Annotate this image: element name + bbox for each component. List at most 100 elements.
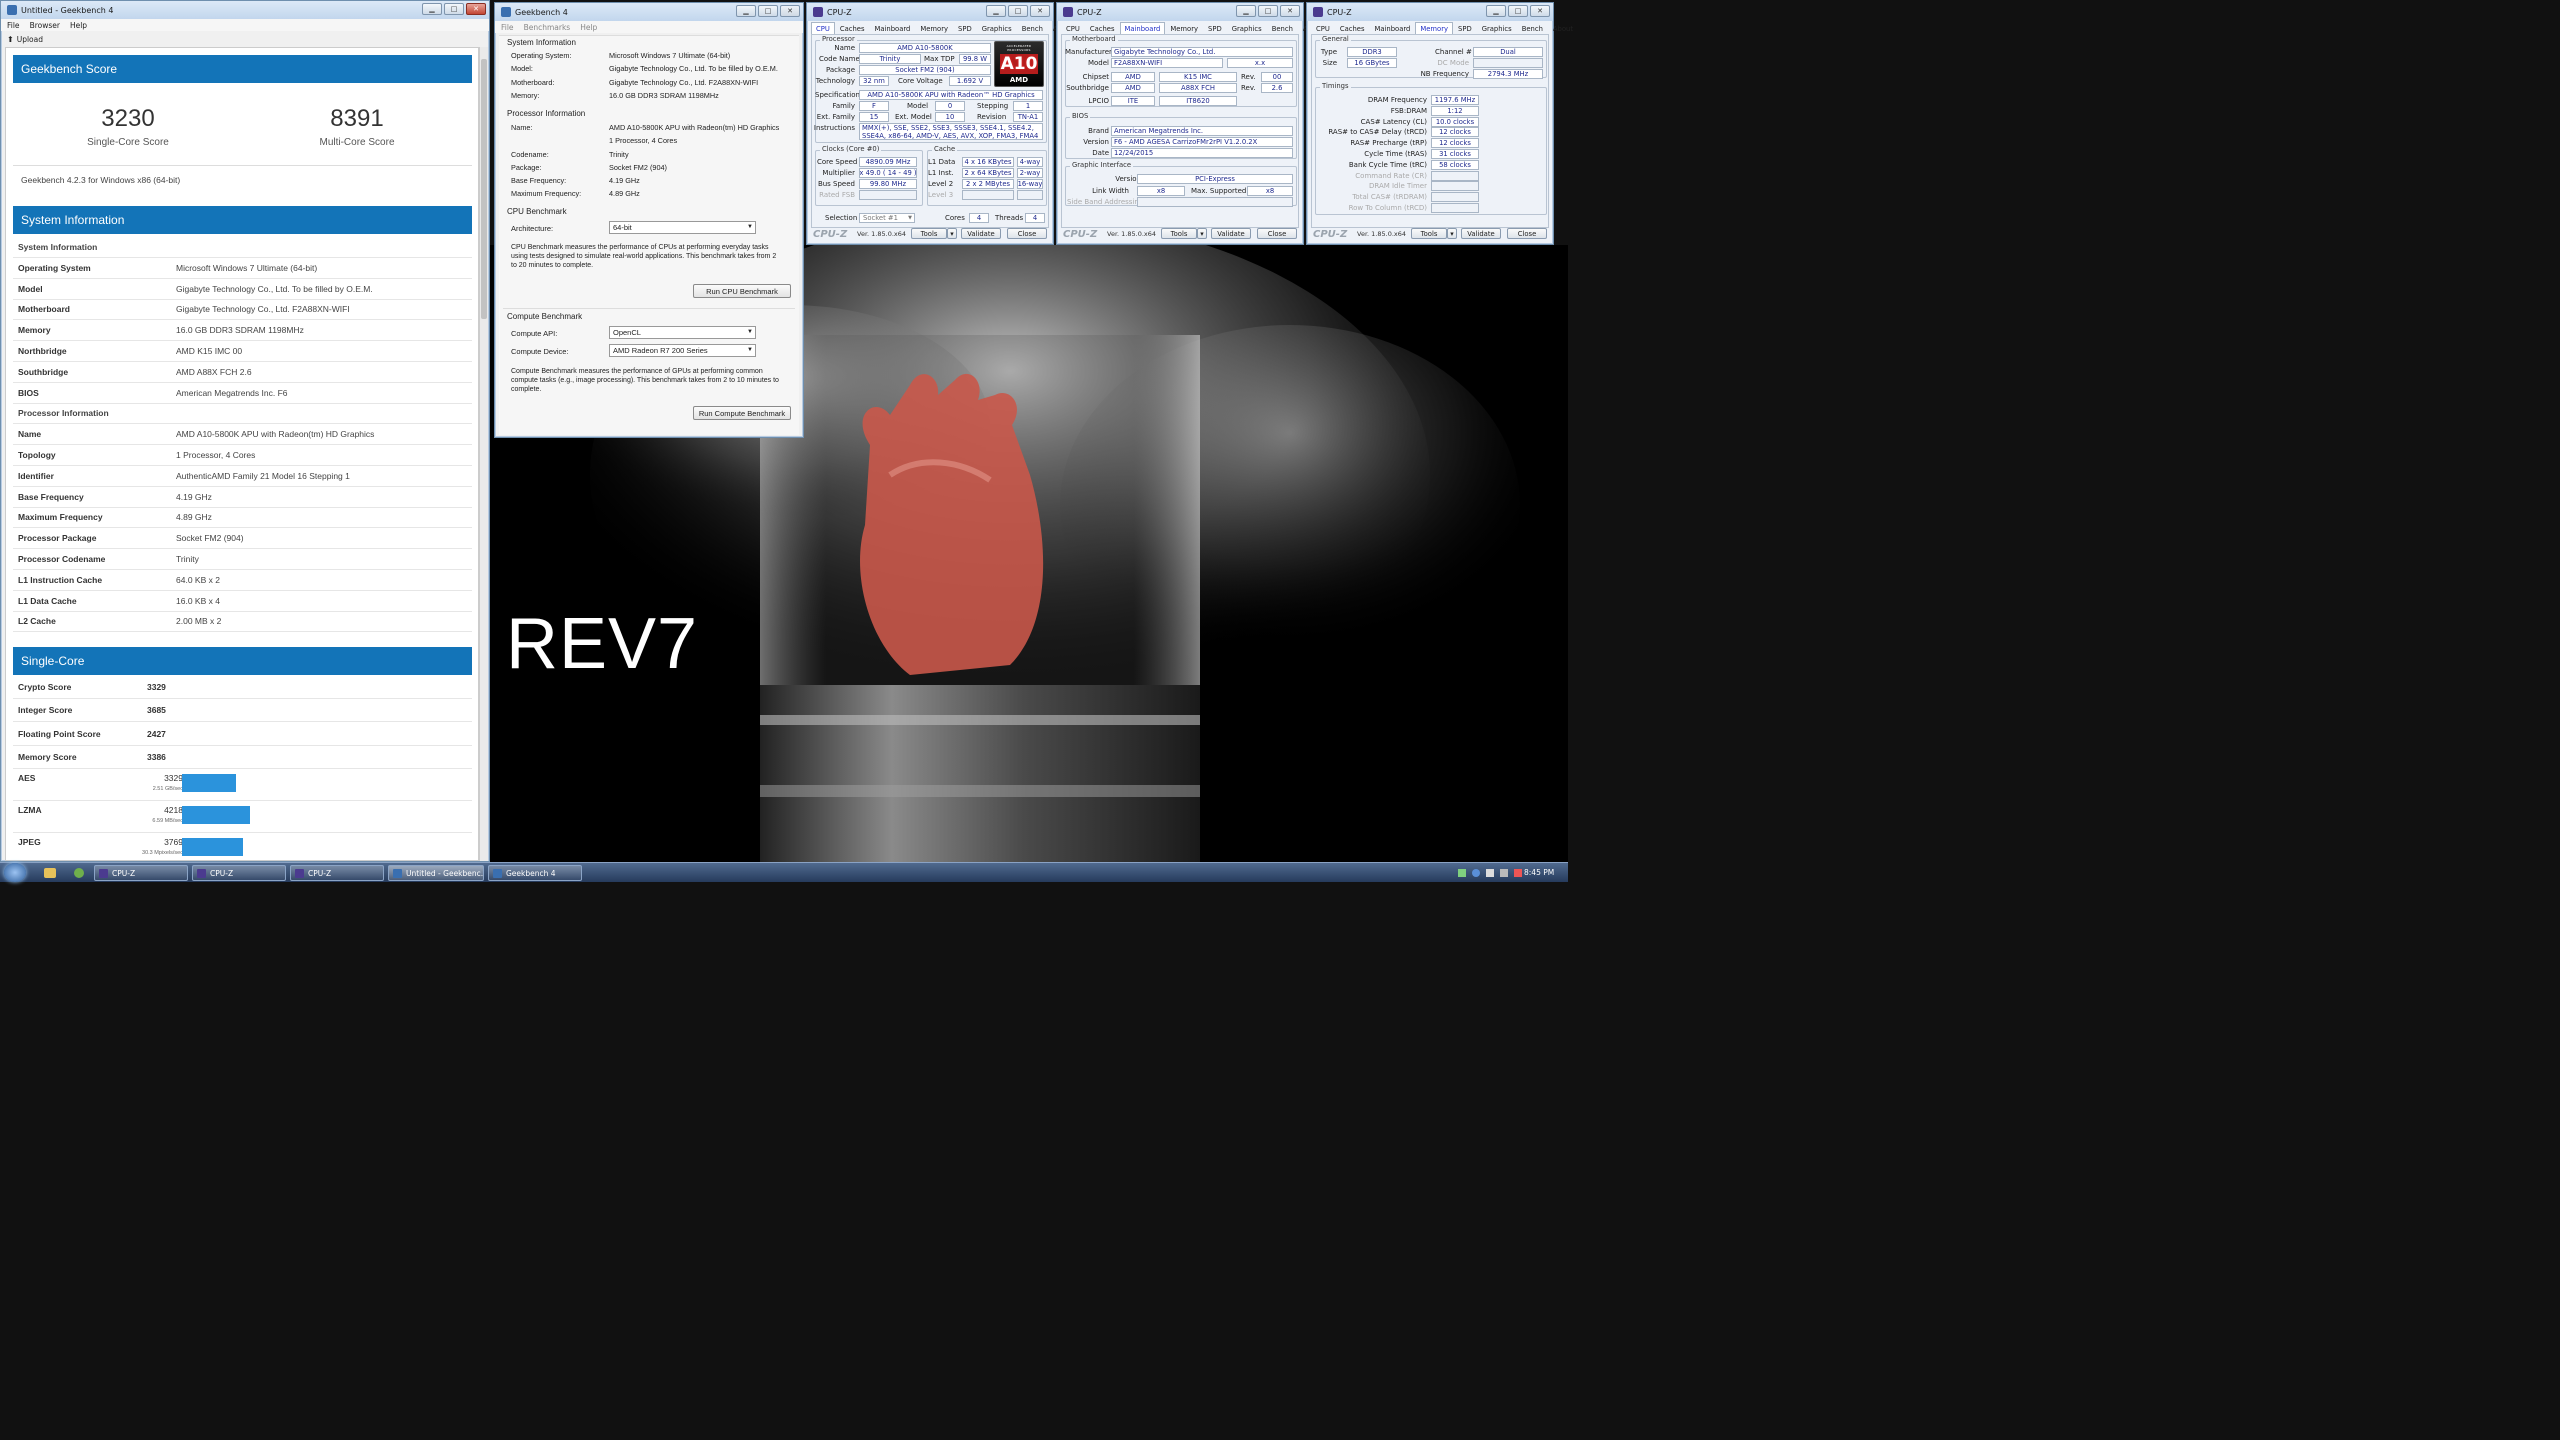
window-title: Untitled - Geekbench 4 bbox=[21, 5, 114, 15]
close-cpuz-button[interactable]: Close bbox=[1257, 228, 1297, 239]
scrollbar-thumb[interactable] bbox=[481, 59, 487, 319]
explorer-icon[interactable] bbox=[44, 868, 56, 878]
maximize-button[interactable]: □ bbox=[758, 5, 778, 17]
info-label: Base Frequency: bbox=[511, 176, 567, 185]
maximize-button[interactable]: □ bbox=[444, 3, 464, 15]
score-value: 3386 bbox=[147, 751, 166, 762]
lpcio-field: ITE bbox=[1111, 96, 1155, 106]
workload-score: 3329 bbox=[164, 773, 183, 783]
workload-bar bbox=[182, 806, 250, 824]
menu-help[interactable]: Help bbox=[70, 21, 87, 30]
validate-button[interactable]: Validate bbox=[1461, 228, 1501, 239]
menu-benchmarks[interactable]: Benchmarks bbox=[524, 23, 571, 32]
taskbar-item[interactable]: Geekbench 4 bbox=[488, 865, 582, 881]
bluetooth-icon[interactable] bbox=[1472, 869, 1480, 877]
validate-button[interactable]: Validate bbox=[961, 228, 1001, 239]
volume-icon[interactable] bbox=[1486, 869, 1494, 877]
geekbench-launcher-titlebar[interactable]: Geekbench 4 ▁ □ ✕ bbox=[495, 3, 803, 21]
sys-info-heading: System Information bbox=[507, 38, 576, 47]
validate-button[interactable]: Validate bbox=[1211, 228, 1251, 239]
info-label: Memory: bbox=[511, 90, 540, 100]
geekbench-main-titlebar[interactable]: Untitled - Geekbench 4 ▁ □ ✕ bbox=[1, 1, 489, 19]
maximize-button[interactable]: □ bbox=[1508, 5, 1528, 17]
type-label: Type bbox=[1320, 48, 1337, 56]
close-button[interactable]: ✕ bbox=[1280, 5, 1300, 17]
package-field: Socket FM2 (904) bbox=[859, 65, 991, 75]
close-button[interactable]: ✕ bbox=[1030, 5, 1050, 17]
timing-label: RAS# Precharge (tRP) bbox=[1350, 139, 1427, 148]
compute-benchmark-heading: Compute Benchmark bbox=[507, 312, 583, 321]
run-compute-benchmark-button[interactable]: Run Compute Benchmark bbox=[693, 406, 791, 420]
close-cpuz-button[interactable]: Close bbox=[1007, 228, 1047, 239]
start-button[interactable] bbox=[4, 863, 26, 882]
row-value: 16.0 KB x 4 bbox=[176, 595, 220, 606]
score-row: Integer Score 3685 bbox=[13, 699, 472, 723]
tools-button[interactable]: Tools bbox=[911, 228, 947, 239]
row-label: L2 Cache bbox=[18, 616, 56, 627]
compute-device-select[interactable]: AMD Radeon R7 200 Series ▼ bbox=[609, 344, 756, 357]
row-value: Gigabyte Technology Co., Ltd. To be fill… bbox=[176, 283, 373, 294]
row-value: AMD A88X FCH 2.6 bbox=[176, 366, 252, 377]
score-label: Floating Point Score bbox=[18, 728, 101, 739]
taskbar-item[interactable]: CPU-Z bbox=[192, 865, 286, 881]
taskbar-item[interactable]: Untitled - Geekbenc... bbox=[388, 865, 484, 881]
chevron-down-icon: ▼ bbox=[908, 215, 912, 221]
chipset-rev-label: Rev. bbox=[1241, 73, 1256, 81]
flag-icon[interactable] bbox=[1514, 869, 1522, 877]
channel-field: Dual bbox=[1473, 47, 1543, 57]
maximize-button[interactable]: □ bbox=[1258, 5, 1278, 17]
power-icon[interactable] bbox=[1500, 869, 1508, 877]
table-row: Processor Codename Trinity bbox=[13, 549, 472, 570]
tools-button[interactable]: Tools bbox=[1411, 228, 1447, 239]
taskbar-item[interactable]: CPU-Z bbox=[94, 865, 188, 881]
tools-button[interactable]: Tools bbox=[1161, 228, 1197, 239]
cpuz-titlebar[interactable]: CPU-Z ▁ □ ✕ bbox=[1307, 3, 1553, 21]
menu-help[interactable]: Help bbox=[580, 23, 597, 32]
tools-dropdown-button[interactable]: ▾ bbox=[1447, 228, 1457, 239]
maximize-button[interactable]: □ bbox=[1008, 5, 1028, 17]
window-title: Geekbench 4 bbox=[515, 7, 568, 17]
upload-button[interactable]: ⬆ Upload bbox=[7, 33, 43, 45]
info-value: Trinity bbox=[609, 150, 629, 159]
southbridge-field: AMD bbox=[1111, 83, 1155, 93]
minimize-button[interactable]: ▁ bbox=[1236, 5, 1256, 17]
table-section-row: Processor Information bbox=[13, 403, 472, 425]
row-label: Base Frequency bbox=[18, 491, 84, 502]
taskbar-item[interactable]: CPU-Z bbox=[290, 865, 384, 881]
minimize-button[interactable]: ▁ bbox=[1486, 5, 1506, 17]
timing-value-field bbox=[1431, 203, 1479, 213]
table-row: Model Gigabyte Technology Co., Ltd. To be… bbox=[13, 279, 472, 300]
compute-api-select[interactable]: OpenCL ▼ bbox=[609, 326, 756, 339]
workload-row: AES 3329 2.51 GB/sec bbox=[13, 769, 472, 801]
proc-info-heading: Processor Information bbox=[507, 109, 586, 118]
clock[interactable]: 8:45 PM bbox=[1524, 868, 1554, 877]
minimize-button[interactable]: ▁ bbox=[422, 3, 442, 15]
workload-score: 4218 bbox=[164, 805, 183, 815]
cpu-benchmark-description: CPU Benchmark measures the performance o… bbox=[511, 244, 777, 269]
architecture-select[interactable]: 64-bit ▼ bbox=[609, 221, 756, 234]
manufacturer-label: Manufacturer bbox=[1065, 48, 1112, 56]
menu-file[interactable]: File bbox=[7, 21, 20, 30]
close-button[interactable]: ✕ bbox=[1530, 5, 1550, 17]
minimize-button[interactable]: ▁ bbox=[736, 5, 756, 17]
scrollbar[interactable] bbox=[479, 47, 488, 861]
menu-browser[interactable]: Browser bbox=[30, 21, 60, 30]
menu-file[interactable]: File bbox=[501, 23, 514, 32]
tools-dropdown-button[interactable]: ▾ bbox=[947, 228, 957, 239]
tab-about[interactable]: About bbox=[1548, 22, 1578, 36]
row-label: Model bbox=[18, 283, 43, 294]
media-icon[interactable] bbox=[74, 868, 84, 878]
socket-select-value: Socket #1 bbox=[863, 214, 898, 222]
table-row: Name AMD A10-5800K APU with Radeon(tm) HD… bbox=[13, 424, 472, 446]
network-icon[interactable] bbox=[1458, 869, 1466, 877]
cpuz-titlebar[interactable]: CPU-Z ▁ □ ✕ bbox=[1057, 3, 1303, 21]
close-button[interactable]: ✕ bbox=[466, 3, 486, 15]
socket-select[interactable]: Socket #1 ▼ bbox=[859, 213, 915, 223]
run-cpu-benchmark-button[interactable]: Run CPU Benchmark bbox=[693, 284, 791, 298]
close-button[interactable]: ✕ bbox=[780, 5, 800, 17]
cpuz-titlebar[interactable]: CPU-Z ▁ □ ✕ bbox=[807, 3, 1053, 21]
single-core-header: Single-Core bbox=[13, 647, 472, 675]
minimize-button[interactable]: ▁ bbox=[986, 5, 1006, 17]
close-cpuz-button[interactable]: Close bbox=[1507, 228, 1547, 239]
tools-dropdown-button[interactable]: ▾ bbox=[1197, 228, 1207, 239]
